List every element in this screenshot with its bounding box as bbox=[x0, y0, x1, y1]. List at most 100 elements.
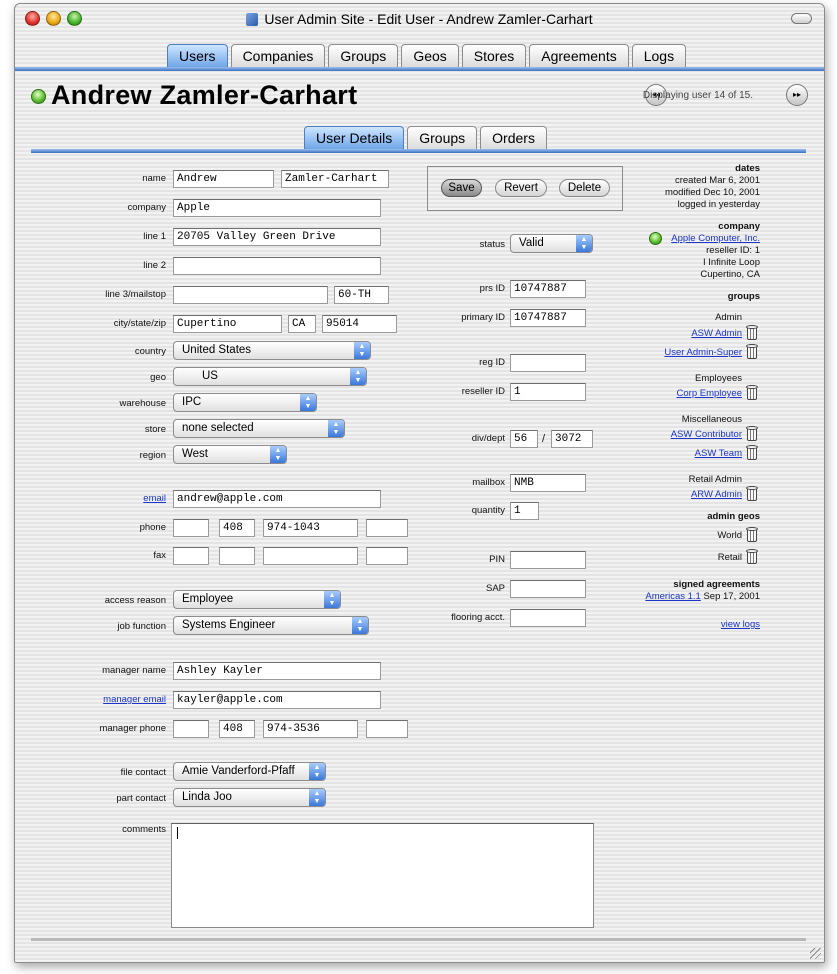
part-contact-select[interactable]: Linda Joo ▲ ▼ bbox=[173, 788, 326, 807]
reg-id-field[interactable] bbox=[510, 354, 586, 372]
resize-grip-icon[interactable] bbox=[810, 948, 821, 959]
phone-area-field[interactable]: 408 bbox=[219, 519, 255, 537]
prs-id-field[interactable]: 10747887 bbox=[510, 280, 586, 298]
fax-ext-field[interactable] bbox=[366, 547, 408, 565]
tab-geos[interactable]: Geos bbox=[401, 44, 459, 67]
reseller-id-field[interactable]: 1 bbox=[510, 383, 586, 401]
primary-id-field[interactable]: 10747887 bbox=[510, 309, 586, 327]
manager-name-field[interactable]: Ashley Kayler bbox=[173, 662, 381, 680]
city-field[interactable]: Cupertino bbox=[173, 315, 282, 333]
group-link[interactable]: ASW Team bbox=[695, 448, 742, 459]
group-link[interactable]: Corp Employee bbox=[677, 388, 742, 399]
access-reason-value: Employee bbox=[182, 593, 234, 605]
job-function-select[interactable]: Systems Engineer ▲ ▼ bbox=[173, 616, 369, 635]
mailbox-label: mailbox bbox=[472, 477, 505, 488]
flooring-field[interactable] bbox=[510, 609, 586, 627]
toolbar-toggle-button[interactable] bbox=[791, 13, 812, 24]
dept-field[interactable]: 3072 bbox=[551, 430, 593, 448]
warehouse-select[interactable]: IPC ▲ ▼ bbox=[173, 393, 317, 412]
manager-phone-area-field[interactable]: 408 bbox=[219, 720, 255, 738]
first-name-field[interactable]: Andrew bbox=[173, 170, 274, 188]
state-field[interactable]: CA bbox=[288, 315, 316, 333]
fax-number-field[interactable] bbox=[263, 547, 358, 565]
trash-can-icon[interactable] bbox=[746, 325, 758, 341]
part-contact-label: part contact bbox=[116, 793, 166, 804]
group-section-title: Miscellaneous bbox=[681, 414, 742, 425]
trash-can-icon[interactable] bbox=[746, 344, 758, 360]
chevron-updown-icon: ▲ ▼ bbox=[300, 394, 316, 411]
group-link[interactable]: ASW Admin bbox=[691, 328, 742, 339]
quantity-field[interactable]: 1 bbox=[510, 502, 539, 520]
line3-field[interactable] bbox=[173, 286, 328, 304]
trash-can-icon[interactable] bbox=[746, 385, 758, 401]
tab-user-details[interactable]: User Details bbox=[304, 126, 405, 149]
manager-phone-number-field[interactable]: 974-3536 bbox=[263, 720, 358, 738]
save-button[interactable]: Save bbox=[441, 179, 482, 197]
company-address-1: I Infinite Loop bbox=[702, 257, 760, 268]
manager-email-link[interactable]: manager email bbox=[103, 694, 166, 705]
tab-companies[interactable]: Companies bbox=[230, 44, 326, 67]
access-reason-select[interactable]: Employee ▲ ▼ bbox=[173, 590, 341, 609]
view-logs-link[interactable]: view logs bbox=[721, 619, 760, 630]
phone-ext-field[interactable] bbox=[366, 519, 408, 537]
country-select[interactable]: United States ▲ ▼ bbox=[173, 341, 371, 360]
phone-number-field[interactable]: 974-1043 bbox=[263, 519, 358, 537]
zip-field[interactable]: 95014 bbox=[322, 315, 397, 333]
group-link[interactable]: ASW Contributor bbox=[671, 429, 742, 440]
trash-can-icon[interactable] bbox=[746, 527, 758, 543]
city-state-zip-label: city/state/zip bbox=[113, 318, 166, 329]
file-contact-label: file contact bbox=[120, 767, 166, 778]
sub-tab-separator bbox=[31, 149, 806, 153]
manager-phone-ext-field[interactable] bbox=[366, 720, 408, 738]
manager-phone-country-field[interactable] bbox=[173, 720, 209, 738]
admin-geo-item: Retail bbox=[717, 552, 742, 563]
div-dept-label: div/dept bbox=[471, 433, 505, 444]
store-select[interactable]: none selected ▲ ▼ bbox=[173, 419, 345, 438]
group-link[interactable]: ARW Admin bbox=[691, 489, 742, 500]
fax-country-field[interactable] bbox=[173, 547, 209, 565]
tab-agreements[interactable]: Agreements bbox=[529, 44, 629, 67]
last-name-field[interactable]: Zamler-Carhart bbox=[281, 170, 389, 188]
phone-country-field[interactable] bbox=[173, 519, 209, 537]
email-field[interactable]: andrew@apple.com bbox=[173, 490, 381, 508]
line2-field[interactable] bbox=[173, 257, 381, 275]
agreement-link[interactable]: Americas 1.1 bbox=[645, 591, 700, 602]
window-title-wrap: User Admin Site - Edit User - Andrew Zam… bbox=[15, 11, 824, 27]
reseller-id-label: reseller ID bbox=[461, 386, 505, 397]
tab-user-orders[interactable]: Orders bbox=[480, 126, 547, 149]
window-title: User Admin Site - Edit User - Andrew Zam… bbox=[264, 11, 593, 27]
fax-area-field[interactable] bbox=[219, 547, 255, 565]
company-field[interactable]: Apple bbox=[173, 199, 381, 217]
sap-field[interactable] bbox=[510, 580, 586, 598]
company-link[interactable]: Apple Computer, Inc. bbox=[671, 233, 760, 244]
tab-groups[interactable]: Groups bbox=[328, 44, 399, 67]
geo-select[interactable]: US ▲ ▼ bbox=[173, 367, 367, 386]
file-contact-select[interactable]: Amie Vanderford-Pfaff ▲ ▼ bbox=[173, 762, 326, 781]
pin-field[interactable] bbox=[510, 551, 586, 569]
store-value: none selected bbox=[182, 422, 254, 434]
trash-can-icon[interactable] bbox=[746, 549, 758, 565]
group-link[interactable]: User Admin-Super bbox=[664, 347, 742, 358]
tab-users[interactable]: Users bbox=[167, 44, 228, 67]
line1-field[interactable]: 20705 Valley Green Drive bbox=[173, 228, 381, 246]
tab-user-groups[interactable]: Groups bbox=[407, 126, 478, 149]
trash-can-icon[interactable] bbox=[746, 445, 758, 461]
manager-email-field[interactable]: kayler@apple.com bbox=[173, 691, 381, 709]
tab-logs[interactable]: Logs bbox=[631, 44, 687, 67]
quantity-label: quantity bbox=[471, 505, 505, 516]
next-user-icon[interactable]: ▸▸ bbox=[786, 84, 808, 106]
mailbox-field[interactable]: NMB bbox=[510, 474, 586, 492]
div-field[interactable]: 56 bbox=[510, 430, 538, 448]
comments-textarea[interactable] bbox=[171, 823, 594, 928]
trash-can-icon[interactable] bbox=[746, 486, 758, 502]
trash-can-icon[interactable] bbox=[746, 426, 758, 442]
revert-button[interactable]: Revert bbox=[495, 179, 547, 197]
email-link[interactable]: email bbox=[143, 493, 166, 504]
mailstop-field[interactable]: 60-TH bbox=[334, 286, 389, 304]
delete-button[interactable]: Delete bbox=[559, 179, 610, 197]
modified-date: modified Dec 10, 2001 bbox=[664, 187, 760, 198]
region-select[interactable]: West ▲ ▼ bbox=[173, 445, 287, 464]
store-label: store bbox=[144, 424, 166, 435]
tab-stores[interactable]: Stores bbox=[461, 44, 527, 67]
status-select[interactable]: Valid ▲ ▼ bbox=[510, 234, 593, 253]
